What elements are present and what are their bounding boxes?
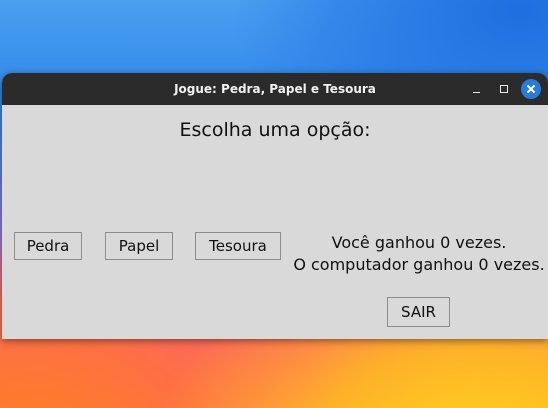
titlebar[interactable]: Jogue: Pedra, Papel e Tesoura (2, 73, 548, 105)
exit-button[interactable]: SAIR (387, 297, 450, 327)
user-score-label: Você ganhou 0 vezes. (331, 233, 507, 252)
pedra-button[interactable]: Pedra (14, 232, 82, 260)
tesoura-button[interactable]: Tesoura (195, 232, 281, 260)
computer-score-label: O computador ganhou 0 vezes. (293, 255, 545, 274)
close-icon[interactable] (521, 79, 541, 99)
window-content: Escolha uma opção: Pedra Papel Tesoura V… (2, 105, 548, 339)
choose-option-heading: Escolha uma opção: (179, 119, 371, 141)
minimize-icon[interactable] (467, 80, 485, 98)
app-window: Jogue: Pedra, Papel e Tesoura Escolha um… (2, 73, 548, 339)
maximize-icon[interactable] (495, 80, 513, 98)
papel-button[interactable]: Papel (105, 232, 173, 260)
